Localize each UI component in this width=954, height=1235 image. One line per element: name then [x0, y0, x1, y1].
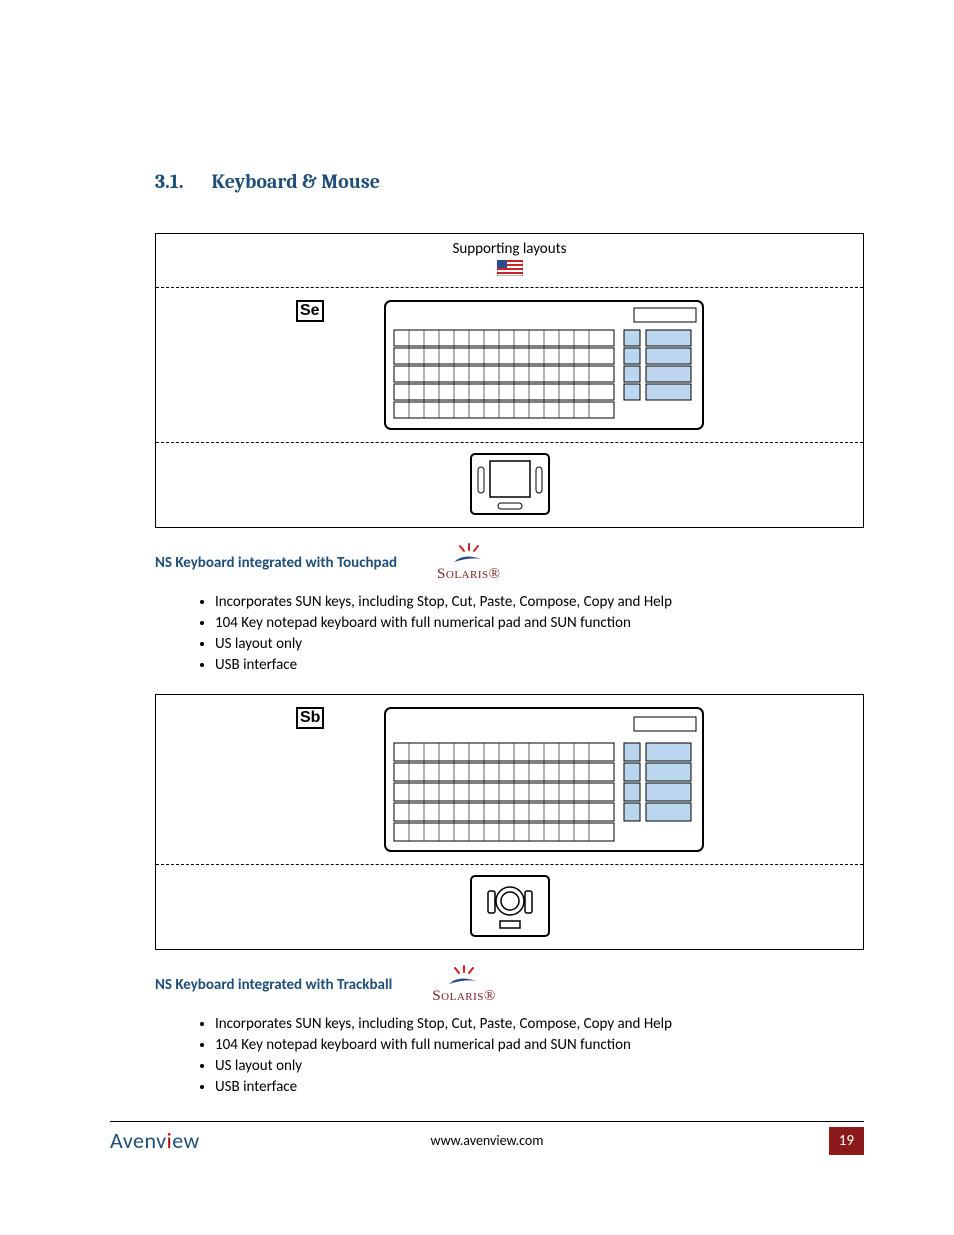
keyboard-diagram-icon [384, 300, 704, 430]
section-heading: 3.1. Keyboard & Mouse [155, 170, 864, 193]
list-item: USB interface [215, 656, 864, 674]
solaris-logo-icon: Solaris® [432, 964, 495, 1005]
section-title: Keyboard & Mouse [212, 170, 381, 193]
touchpad-row [156, 443, 863, 527]
supporting-label: Supporting layouts [156, 240, 863, 258]
feature-list-2: Incorporates SUN keys, including Stop, C… [215, 1015, 864, 1096]
product-code: Sb [296, 707, 324, 729]
list-item: US layout only [215, 635, 864, 653]
page-footer: Avenview www.avenview.com 19 [110, 1121, 864, 1155]
section-number: 3.1. [155, 170, 184, 193]
list-item: USB interface [215, 1078, 864, 1096]
solaris-text: Solaris® [437, 566, 500, 583]
subheading-row-1: NS Keyboard integrated with Touchpad Sol… [155, 542, 864, 583]
keyboard-diagram-icon [384, 707, 704, 852]
footer-url: www.avenview.com [431, 1132, 544, 1149]
solaris-text: Solaris® [432, 988, 495, 1005]
layout-table-2: Sb [155, 694, 864, 950]
subheading-row-2: NS Keyboard integrated with Trackball So… [155, 964, 864, 1005]
trackball-icon [470, 875, 550, 937]
feature-list-1: Incorporates SUN keys, including Stop, C… [215, 593, 864, 674]
trackball-row [156, 865, 863, 949]
list-item: 104 Key notepad keyboard with full numer… [215, 614, 864, 632]
list-item: US layout only [215, 1057, 864, 1075]
layout-table-1: Supporting layouts Se [155, 233, 864, 528]
solaris-logo-icon: Solaris® [437, 542, 500, 583]
list-item: 104 Key notepad keyboard with full numer… [215, 1036, 864, 1054]
page-number: 19 [829, 1127, 864, 1155]
us-flag-icon [497, 260, 523, 281]
brand-logo: Avenview [110, 1127, 200, 1154]
product-subheading: NS Keyboard integrated with Trackball [155, 976, 392, 994]
product-subheading: NS Keyboard integrated with Touchpad [155, 554, 397, 572]
touchpad-icon [470, 453, 550, 515]
keyboard-row: Se [156, 288, 863, 443]
product-code: Se [296, 300, 324, 322]
list-item: Incorporates SUN keys, including Stop, C… [215, 1015, 864, 1033]
table-header: Supporting layouts [156, 234, 863, 288]
list-item: Incorporates SUN keys, including Stop, C… [215, 593, 864, 611]
keyboard-row: Sb [156, 695, 863, 865]
